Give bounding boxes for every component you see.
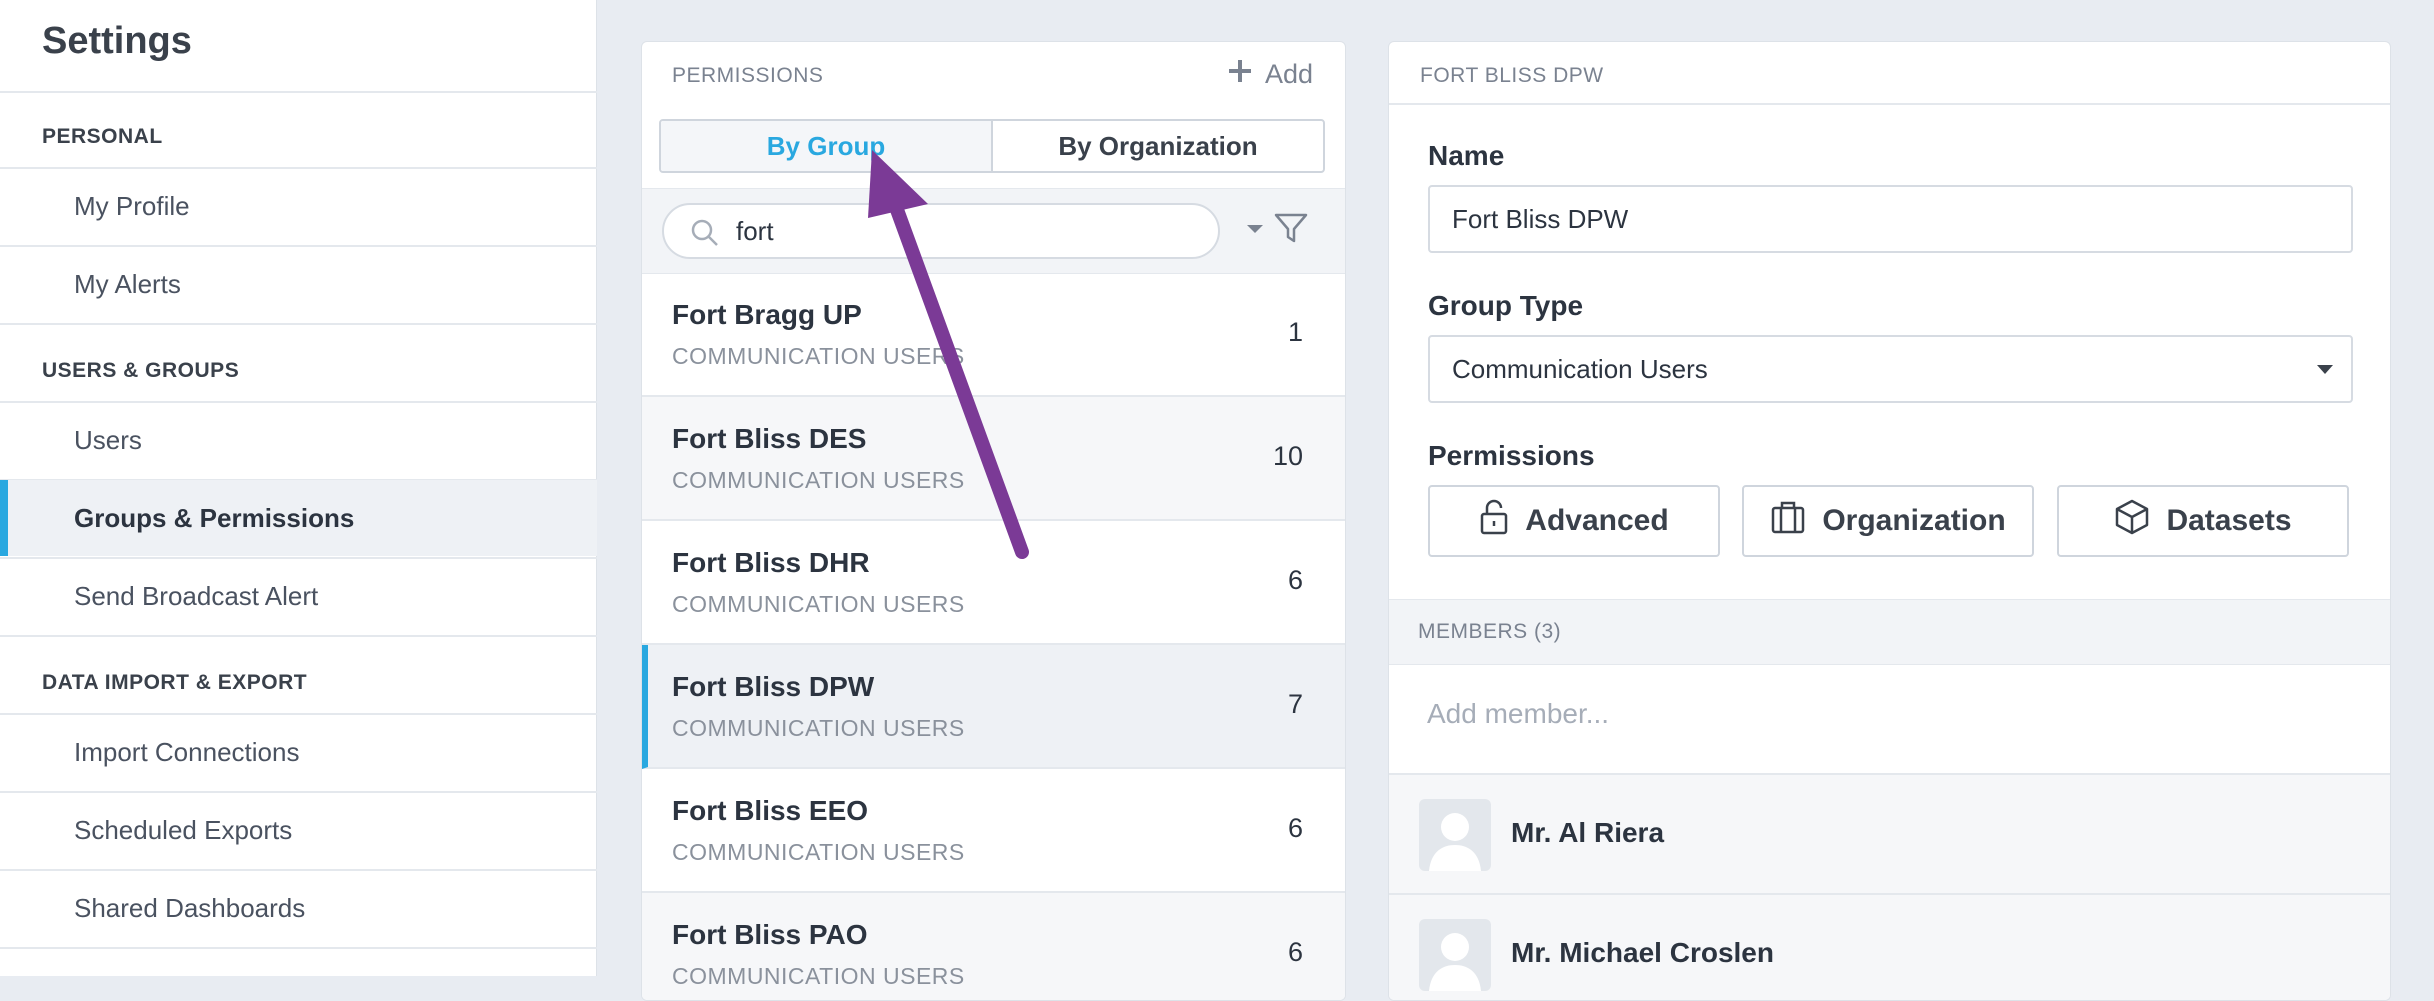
group-type: COMMUNICATION USERS: [672, 343, 965, 369]
member-count: 6: [1287, 813, 1303, 843]
cube-icon: [2114, 498, 2150, 544]
organization-permissions-button[interactable]: Organization: [1742, 485, 2034, 557]
sidebar-item-scheduled-exports[interactable]: Scheduled Exports: [0, 792, 597, 868]
search-bar: [642, 188, 1345, 274]
chevron-down-icon: [2317, 365, 2333, 374]
group-name: Fort Bliss DES: [672, 423, 867, 454]
group-type: COMMUNICATION USERS: [672, 963, 965, 989]
group-row-fort-bliss-des[interactable]: Fort Bliss DES COMMUNICATION USERS 10: [642, 397, 1345, 521]
member-row[interactable]: Mr. Michael Croslen: [1389, 893, 2390, 1000]
datasets-permissions-button[interactable]: Datasets: [2057, 485, 2349, 557]
detail-header: FORT BLISS DPW: [1420, 64, 1604, 87]
group-detail-panel: FORT BLISS DPW Name Fort Bliss DPW Group…: [1388, 41, 2391, 1001]
section-personal: PERSONAL: [42, 125, 163, 148]
group-type: COMMUNICATION USERS: [672, 591, 965, 617]
group-row-fort-bliss-pao[interactable]: Fort Bliss PAO COMMUNICATION USERS 6: [642, 893, 1345, 1000]
group-name: Fort Bliss EEO: [672, 795, 869, 826]
organization-label: Organization: [1822, 504, 2006, 537]
group-row-fort-bragg-up[interactable]: Fort Bragg UP COMMUNICATION USERS 1: [642, 273, 1345, 397]
search-input[interactable]: [734, 215, 1198, 248]
section-data-import-export: DATA IMPORT & EXPORT: [42, 671, 308, 694]
permissions-panel: PERMISSIONS Add By Group By Organization…: [641, 41, 1346, 1001]
divider: [0, 91, 597, 93]
group-type: COMMUNICATION USERS: [672, 467, 965, 493]
advanced-label: Advanced: [1525, 504, 1669, 537]
sidebar-item-send-broadcast-alert[interactable]: Send Broadcast Alert: [0, 558, 597, 634]
add-member-input[interactable]: Add member...: [1427, 698, 1609, 730]
advanced-permissions-button[interactable]: Advanced: [1428, 485, 1720, 557]
search-box[interactable]: [662, 203, 1220, 259]
group-type: COMMUNICATION USERS: [672, 715, 965, 741]
datasets-label: Datasets: [2166, 504, 2292, 537]
name-field[interactable]: Fort Bliss DPW: [1428, 185, 2353, 253]
sidebar-title: Settings: [42, 20, 192, 62]
sidebar-item-my-profile[interactable]: My Profile: [0, 168, 597, 244]
add-group-button[interactable]: Add: [1227, 58, 1313, 91]
group-type-value: Communication Users: [1452, 354, 1708, 384]
member-count: 6: [1287, 937, 1303, 967]
group-type: COMMUNICATION USERS: [672, 839, 965, 865]
section-users-groups: USERS & GROUPS: [42, 359, 240, 382]
group-name: Fort Bliss PAO: [672, 919, 868, 950]
sidebar-item-users[interactable]: Users: [0, 402, 597, 478]
avatar: [1419, 799, 1491, 871]
search-icon: [690, 218, 720, 253]
group-row-fort-bliss-eeo[interactable]: Fort Bliss EEO COMMUNICATION USERS 6: [642, 769, 1345, 893]
group-name: Fort Bliss DPW: [672, 671, 875, 702]
members-header-bar: MEMBERS (3): [1389, 599, 2390, 665]
divider: [1389, 103, 2390, 105]
member-count: 7: [1287, 689, 1303, 719]
member-name: Mr. Michael Croslen: [1511, 937, 1774, 968]
sidebar-item-my-alerts[interactable]: My Alerts: [0, 246, 597, 322]
briefcase-icon: [1770, 499, 1806, 543]
group-type-select[interactable]: Communication Users: [1428, 335, 2353, 403]
view-toggle: By Group By Organization: [659, 119, 1325, 173]
members-header: MEMBERS (3): [1418, 620, 1562, 643]
avatar: [1419, 919, 1491, 991]
plus-icon: [1227, 58, 1253, 91]
name-label: Name: [1428, 140, 1505, 171]
divider: [0, 635, 597, 637]
member-count: 6: [1287, 565, 1303, 595]
member-row[interactable]: Mr. Al Riera: [1389, 773, 2390, 893]
filter-dropdown[interactable]: [1246, 211, 1308, 250]
permissions-label: Permissions: [1428, 440, 1595, 471]
chevron-down-icon: [1246, 222, 1264, 240]
member-count: 1: [1287, 317, 1303, 347]
sidebar-item-groups-permissions[interactable]: Groups & Permissions: [0, 480, 597, 556]
add-label: Add: [1264, 59, 1313, 89]
group-name: Fort Bliss DHR: [672, 547, 870, 578]
group-row-fort-bliss-dpw[interactable]: Fort Bliss DPW COMMUNICATION USERS 7: [642, 645, 1345, 769]
member-name: Mr. Al Riera: [1511, 817, 1665, 848]
group-type-label: Group Type: [1428, 290, 1584, 321]
divider: [0, 947, 597, 949]
sidebar-item-shared-dashboards[interactable]: Shared Dashboards: [0, 870, 597, 946]
filter-icon: [1274, 211, 1308, 250]
tab-by-organization[interactable]: By Organization: [993, 121, 1323, 171]
sidebar-item-import-connections[interactable]: Import Connections: [0, 714, 597, 790]
lock-icon: [1479, 498, 1509, 544]
member-count: 10: [1272, 441, 1303, 471]
group-row-fort-bliss-dhr[interactable]: Fort Bliss DHR COMMUNICATION USERS 6: [642, 521, 1345, 645]
divider: [0, 323, 597, 325]
group-name: Fort Bragg UP: [672, 299, 862, 330]
tab-by-group[interactable]: By Group: [661, 121, 993, 171]
settings-sidebar: Settings PERSONAL My Profile My Alerts U…: [0, 0, 597, 976]
permissions-header: PERMISSIONS: [672, 64, 824, 87]
